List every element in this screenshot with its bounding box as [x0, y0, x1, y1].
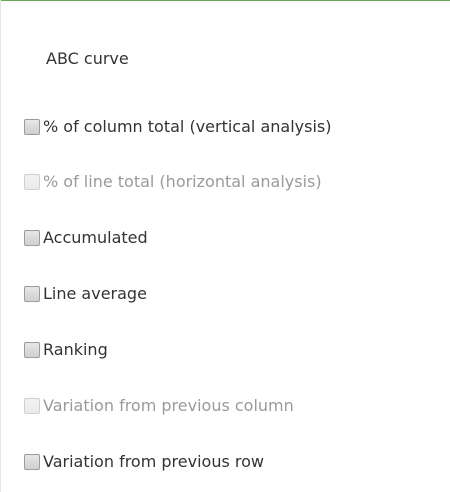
option-ranking[interactable]: Ranking	[0, 338, 108, 362]
option-label-accumulated: Accumulated	[43, 228, 148, 247]
option-variation-previous-row[interactable]: Variation from previous row	[0, 450, 264, 474]
option-line-average[interactable]: Line average	[0, 282, 147, 306]
checkbox-ranking[interactable]	[24, 342, 40, 358]
option-label-line-total: % of line total (horizontal analysis)	[43, 172, 322, 191]
panel-top-border	[0, 0, 450, 1]
checkbox-column-total[interactable]	[24, 119, 40, 135]
checkbox-variation-previous-column	[24, 398, 40, 414]
option-label-variation-previous-column: Variation from previous column	[43, 396, 294, 415]
analysis-options-panel: ABC curve % of column total (vertical an…	[0, 0, 450, 492]
checkbox-line-average[interactable]	[24, 286, 40, 302]
option-variation-previous-column: Variation from previous column	[0, 394, 294, 418]
option-label-column-total: % of column total (vertical analysis)	[43, 117, 332, 136]
option-line-total: % of line total (horizontal analysis)	[0, 170, 322, 194]
option-accumulated[interactable]: Accumulated	[0, 226, 148, 250]
option-label-line-average: Line average	[43, 284, 147, 303]
abc-curve-label: ABC curve	[46, 49, 129, 68]
checkbox-accumulated[interactable]	[24, 230, 40, 246]
option-column-total[interactable]: % of column total (vertical analysis)	[0, 115, 331, 139]
option-label-variation-previous-row: Variation from previous row	[43, 452, 264, 471]
option-label-ranking: Ranking	[43, 340, 108, 359]
checkbox-variation-previous-row[interactable]	[24, 454, 40, 470]
checkbox-line-total	[24, 174, 40, 190]
